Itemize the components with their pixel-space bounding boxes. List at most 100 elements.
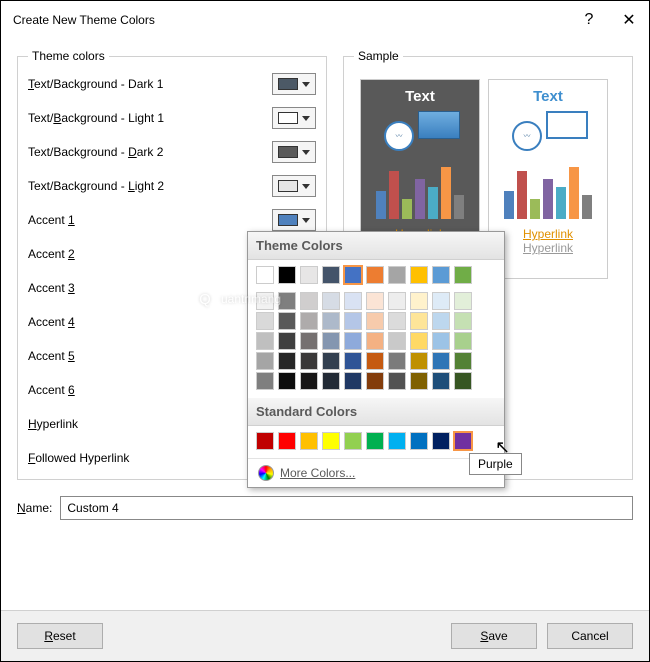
color-swatch-dropdown[interactable] xyxy=(272,141,316,163)
color-swatch[interactable] xyxy=(410,372,428,390)
color-swatch[interactable] xyxy=(344,332,362,350)
color-swatch[interactable] xyxy=(410,266,428,284)
color-swatch[interactable] xyxy=(366,352,384,370)
color-swatch-dropdown[interactable] xyxy=(272,107,316,129)
color-swatch[interactable] xyxy=(256,432,274,450)
color-swatch[interactable] xyxy=(278,266,296,284)
color-swatch[interactable] xyxy=(278,352,296,370)
color-swatch[interactable] xyxy=(300,432,318,450)
theme-color-label: Followed Hyperlink xyxy=(28,451,266,465)
color-swatch[interactable] xyxy=(410,312,428,330)
color-swatch[interactable] xyxy=(300,266,318,284)
color-swatch[interactable] xyxy=(322,432,340,450)
color-swatch[interactable] xyxy=(432,292,450,310)
color-swatch[interactable] xyxy=(278,432,296,450)
color-swatch[interactable] xyxy=(432,372,450,390)
color-swatch[interactable] xyxy=(256,312,274,330)
color-swatch[interactable] xyxy=(300,352,318,370)
color-swatch[interactable] xyxy=(366,266,384,284)
picker-theme-header: Theme Colors xyxy=(248,232,504,260)
color-swatch[interactable] xyxy=(410,292,428,310)
color-swatch[interactable] xyxy=(256,292,274,310)
color-swatch[interactable] xyxy=(410,352,428,370)
theme-color-row: Text/Background - Light 1 xyxy=(28,107,316,129)
color-swatch[interactable] xyxy=(278,372,296,390)
chevron-down-icon xyxy=(302,82,310,87)
color-swatch[interactable] xyxy=(410,432,428,450)
color-swatch[interactable] xyxy=(410,332,428,350)
color-swatch[interactable] xyxy=(344,372,362,390)
color-swatch[interactable] xyxy=(388,432,406,450)
color-swatch[interactable] xyxy=(432,352,450,370)
color-swatch[interactable] xyxy=(366,432,384,450)
more-colors-label: More Colors... xyxy=(280,466,355,480)
save-button[interactable]: Save xyxy=(451,623,537,649)
theme-color-row: Text/Background - Dark 2 xyxy=(28,141,316,163)
color-swatch[interactable] xyxy=(300,312,318,330)
color-swatch[interactable] xyxy=(454,292,472,310)
close-button[interactable]: ✕ xyxy=(609,1,649,39)
color-swatch[interactable] xyxy=(344,292,362,310)
color-swatch[interactable] xyxy=(454,332,472,350)
color-swatch[interactable] xyxy=(344,352,362,370)
color-swatch[interactable] xyxy=(300,332,318,350)
color-wheel-icon xyxy=(258,465,274,481)
reset-button[interactable]: Reset xyxy=(17,623,103,649)
name-label: Name: xyxy=(17,501,52,515)
color-swatch-dropdown[interactable] xyxy=(272,175,316,197)
color-swatch[interactable] xyxy=(388,372,406,390)
color-swatch[interactable] xyxy=(322,332,340,350)
picker-standard-header: Standard Colors xyxy=(248,398,504,426)
color-swatch[interactable] xyxy=(278,332,296,350)
color-swatch[interactable] xyxy=(454,352,472,370)
color-swatch[interactable] xyxy=(432,312,450,330)
color-swatch[interactable] xyxy=(454,372,472,390)
chevron-down-icon xyxy=(302,150,310,155)
color-swatch-dropdown[interactable] xyxy=(272,209,316,231)
color-swatch[interactable] xyxy=(322,266,340,284)
color-swatch[interactable] xyxy=(322,292,340,310)
name-input[interactable] xyxy=(60,496,633,520)
color-tooltip: Purple xyxy=(469,453,522,475)
color-swatch[interactable] xyxy=(366,292,384,310)
color-swatch[interactable] xyxy=(388,352,406,370)
sample-chart-light xyxy=(504,159,592,219)
color-swatch[interactable] xyxy=(454,432,472,450)
color-swatch[interactable] xyxy=(388,332,406,350)
dialog-body: Theme colors Text/Background - Dark 1Tex… xyxy=(1,39,649,530)
color-swatch[interactable] xyxy=(300,372,318,390)
color-swatch[interactable] xyxy=(300,292,318,310)
color-swatch[interactable] xyxy=(432,432,450,450)
color-swatch[interactable] xyxy=(344,432,362,450)
color-swatch[interactable] xyxy=(454,266,472,284)
color-swatch[interactable] xyxy=(256,332,274,350)
color-swatch[interactable] xyxy=(388,266,406,284)
color-swatch[interactable] xyxy=(366,372,384,390)
color-swatch[interactable] xyxy=(344,312,362,330)
theme-color-label: Text/Background - Dark 1 xyxy=(28,77,266,91)
color-swatch[interactable] xyxy=(278,292,296,310)
color-swatch[interactable] xyxy=(256,352,274,370)
color-swatch-dropdown[interactable] xyxy=(272,73,316,95)
theme-color-label: Accent 4 xyxy=(28,315,266,329)
color-swatch[interactable] xyxy=(432,332,450,350)
color-swatch[interactable] xyxy=(278,312,296,330)
color-swatch[interactable] xyxy=(322,352,340,370)
color-swatch[interactable] xyxy=(322,372,340,390)
cancel-button[interactable]: Cancel xyxy=(547,623,633,649)
help-button[interactable]: ? xyxy=(569,1,609,39)
color-swatch[interactable] xyxy=(388,292,406,310)
theme-color-label: Accent 3 xyxy=(28,281,266,295)
color-swatch[interactable] xyxy=(366,312,384,330)
color-swatch[interactable] xyxy=(256,372,274,390)
color-swatch[interactable] xyxy=(344,266,362,284)
theme-color-row: Accent 1 xyxy=(28,209,316,231)
color-swatch[interactable] xyxy=(366,332,384,350)
color-swatch[interactable] xyxy=(454,312,472,330)
dialog-title: Create New Theme Colors xyxy=(13,13,569,27)
color-swatch[interactable] xyxy=(432,266,450,284)
color-swatch[interactable] xyxy=(388,312,406,330)
color-swatch[interactable] xyxy=(322,312,340,330)
color-swatch[interactable] xyxy=(256,266,274,284)
more-colors-button[interactable]: More Colors... xyxy=(248,458,504,487)
